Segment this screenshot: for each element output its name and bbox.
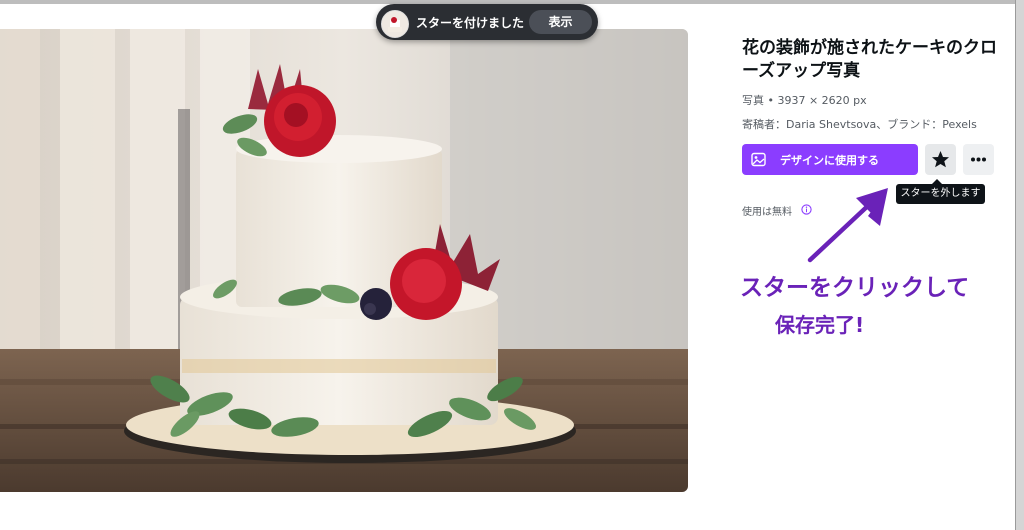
free-to-use-label: 使用は無料 bbox=[742, 207, 792, 218]
annotation-arrow bbox=[807, 188, 888, 263]
tooltip-text: スターを外します bbox=[900, 188, 981, 199]
use-in-design-button[interactable]: デザインに使用する bbox=[742, 144, 918, 175]
star-tooltip: スターを外します bbox=[896, 179, 985, 204]
toast-thumbnail bbox=[381, 10, 409, 38]
thumbnail-cake-icon bbox=[382, 11, 408, 37]
toast-view-button[interactable]: 表示 bbox=[529, 10, 592, 34]
star-icon bbox=[932, 151, 949, 168]
tooltip-pointer bbox=[932, 179, 942, 184]
more-options-button[interactable] bbox=[963, 144, 994, 175]
star-button[interactable] bbox=[925, 144, 956, 175]
annotation-line-1: スターをクリックして bbox=[740, 275, 970, 301]
use-in-design-label: デザインに使用する bbox=[780, 154, 879, 167]
ellipsis-icon bbox=[971, 157, 986, 162]
toast-message: スターを付けました bbox=[416, 16, 525, 30]
cake-photo[interactable] bbox=[0, 29, 688, 492]
photo-author: 寄稿者：Daria Shevtsova、ブランド：Pexels bbox=[742, 118, 977, 131]
window-right-edge bbox=[1016, 0, 1024, 530]
photo-meta: 写真 • 3937 × 2620 px bbox=[742, 94, 867, 107]
photo-title: 花の装飾が施されたケーキのクローズアップ写真 bbox=[742, 38, 997, 81]
image-icon bbox=[751, 152, 766, 167]
starred-toast: スターを付けました 表示 bbox=[376, 4, 598, 40]
cake-illustration bbox=[0, 29, 688, 492]
annotation-line-2: 保存完了! bbox=[775, 313, 865, 337]
